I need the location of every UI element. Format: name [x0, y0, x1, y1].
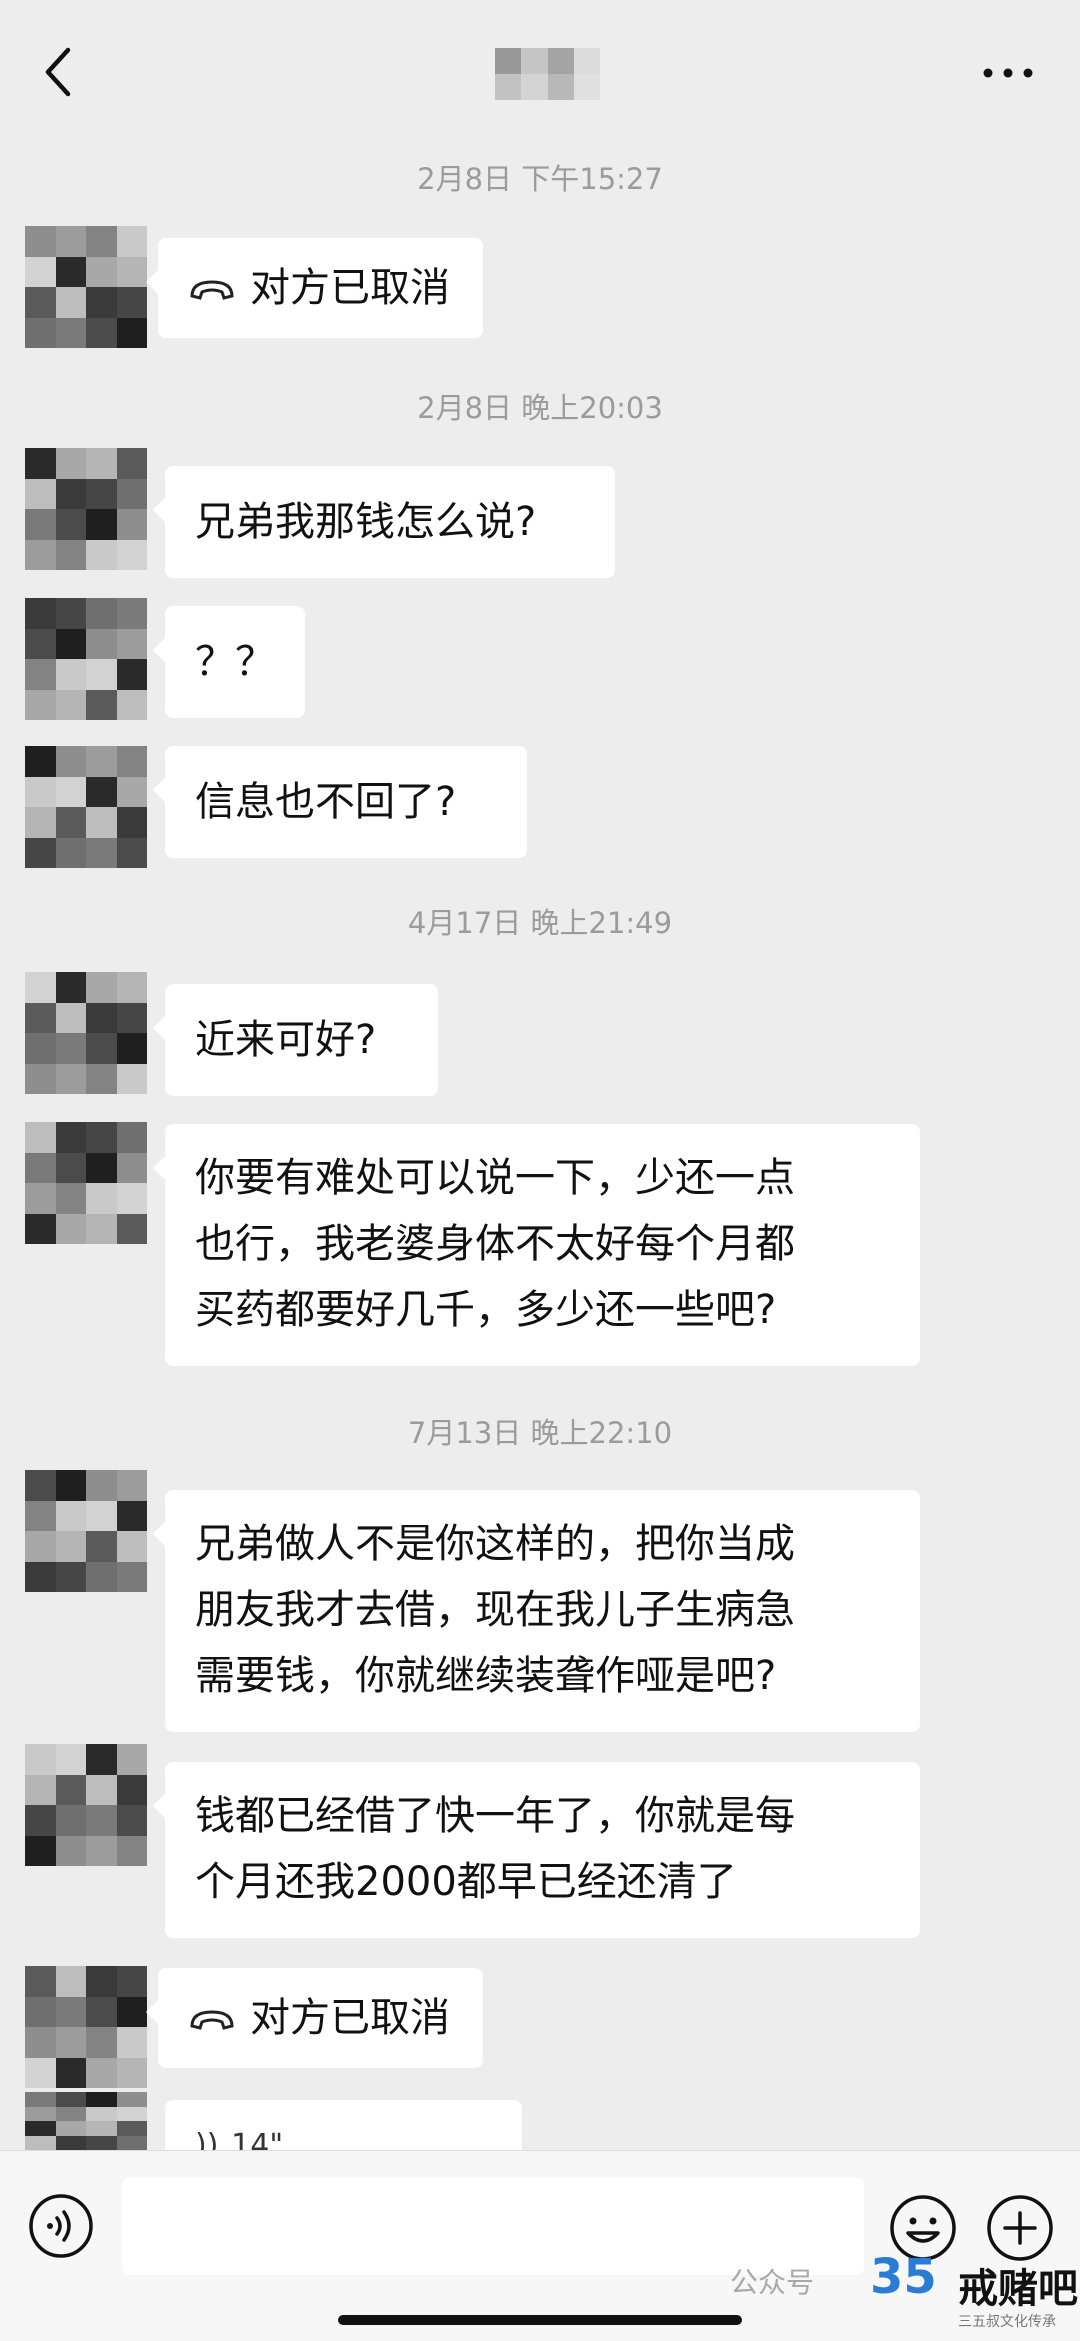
home-indicator [338, 2315, 742, 2325]
message-text: ？？ [195, 639, 275, 685]
message-text-line: 需要钱，你就继续装聋作哑是吧? [195, 1653, 777, 1699]
input-bar: 公众号 35 戒赌吧 三五叔文化传承 [0, 2150, 1080, 2341]
message-text-line: 买药都要好几千，多少还一些吧? [195, 1287, 777, 1333]
timestamp: 4月17日 晚上21:49 [407, 906, 673, 940]
message-text-line: 钱都已经借了快一年了，你就是每 [195, 1793, 795, 1839]
message-text-line: 朋友我才去借，现在我儿子生病急 [195, 1587, 795, 1633]
avatar[interactable] [25, 226, 147, 348]
message-bubble[interactable]: 钱都已经借了快一年了，你就是每 个月还我2000都早已经还清了 [153, 1762, 920, 1938]
plus-icon[interactable] [985, 2193, 1055, 2263]
avatar[interactable] [25, 1470, 147, 1592]
message-bubble-voice[interactable]: )) 14" [165, 2100, 522, 2150]
message-text: 对方已取消 [250, 265, 450, 311]
message-text: 近来可好? [195, 1017, 377, 1063]
voice-duration: 14" [231, 2128, 284, 2150]
timestamp: 7月13日 晚上22:10 [407, 1416, 673, 1450]
timestamp: 2月8日 晚上20:03 [417, 391, 663, 425]
back-icon[interactable] [30, 42, 90, 102]
avatar[interactable] [25, 746, 147, 868]
message-text: 信息也不回了? [195, 779, 457, 825]
watermark-brand: 戒赌吧 [958, 2266, 1078, 2312]
watermark-subtitle: 三五叔文化传承 [958, 2314, 1056, 2330]
message-bubble[interactable]: 你要有难处可以说一下，少还一点 也行，我老婆身体不太好每个月都 买药都要好几千，… [153, 1124, 920, 1366]
watermark-prefix: 公众号 [730, 2266, 815, 2299]
avatar[interactable] [25, 1122, 147, 1244]
more-icon[interactable] [978, 58, 1038, 88]
avatar[interactable] [25, 598, 147, 720]
message-text: 兄弟我那钱怎么说? [195, 499, 537, 545]
contact-name-blurred [495, 48, 600, 100]
message-bubble[interactable]: 兄弟做人不是你这样的，把你当成 朋友我才去借，现在我儿子生病急 需要钱，你就继续… [153, 1490, 920, 1732]
call-cancelled-icon [190, 2010, 234, 2030]
watermark-logo: 35 [870, 2249, 937, 2305]
voice-input-icon[interactable] [28, 2193, 94, 2259]
message-bubble[interactable]: 兄弟我那钱怎么说? [153, 466, 615, 578]
top-bar [0, 0, 1080, 150]
message-bubble[interactable]: 信息也不回了? [153, 746, 527, 858]
message-text-line: 你要有难处可以说一下，少还一点 [195, 1155, 795, 1201]
message-text-line: 兄弟做人不是你这样的，把你当成 [195, 1521, 795, 1567]
avatar[interactable] [25, 1744, 147, 1866]
message-bubble-call[interactable]: 对方已取消 [146, 238, 483, 338]
avatar[interactable] [25, 448, 147, 570]
message-text-line: 也行，我老婆身体不太好每个月都 [195, 1221, 795, 1267]
call-cancelled-icon [190, 280, 234, 300]
message-bubble-call[interactable]: 对方已取消 [146, 1968, 483, 2068]
avatar[interactable] [25, 1966, 147, 2088]
message-bubble[interactable]: 近来可好? [153, 984, 438, 1096]
message-text-line: 个月还我2000都早已经还清了 [195, 1859, 737, 1905]
message-text: 对方已取消 [250, 1995, 450, 2041]
voice-wave-icon: )) [195, 2128, 219, 2150]
avatar[interactable] [25, 2092, 147, 2150]
message-bubble[interactable]: ？？ [153, 606, 305, 718]
avatar[interactable] [25, 972, 147, 1094]
timestamp: 2月8日 下午15:27 [417, 162, 663, 196]
